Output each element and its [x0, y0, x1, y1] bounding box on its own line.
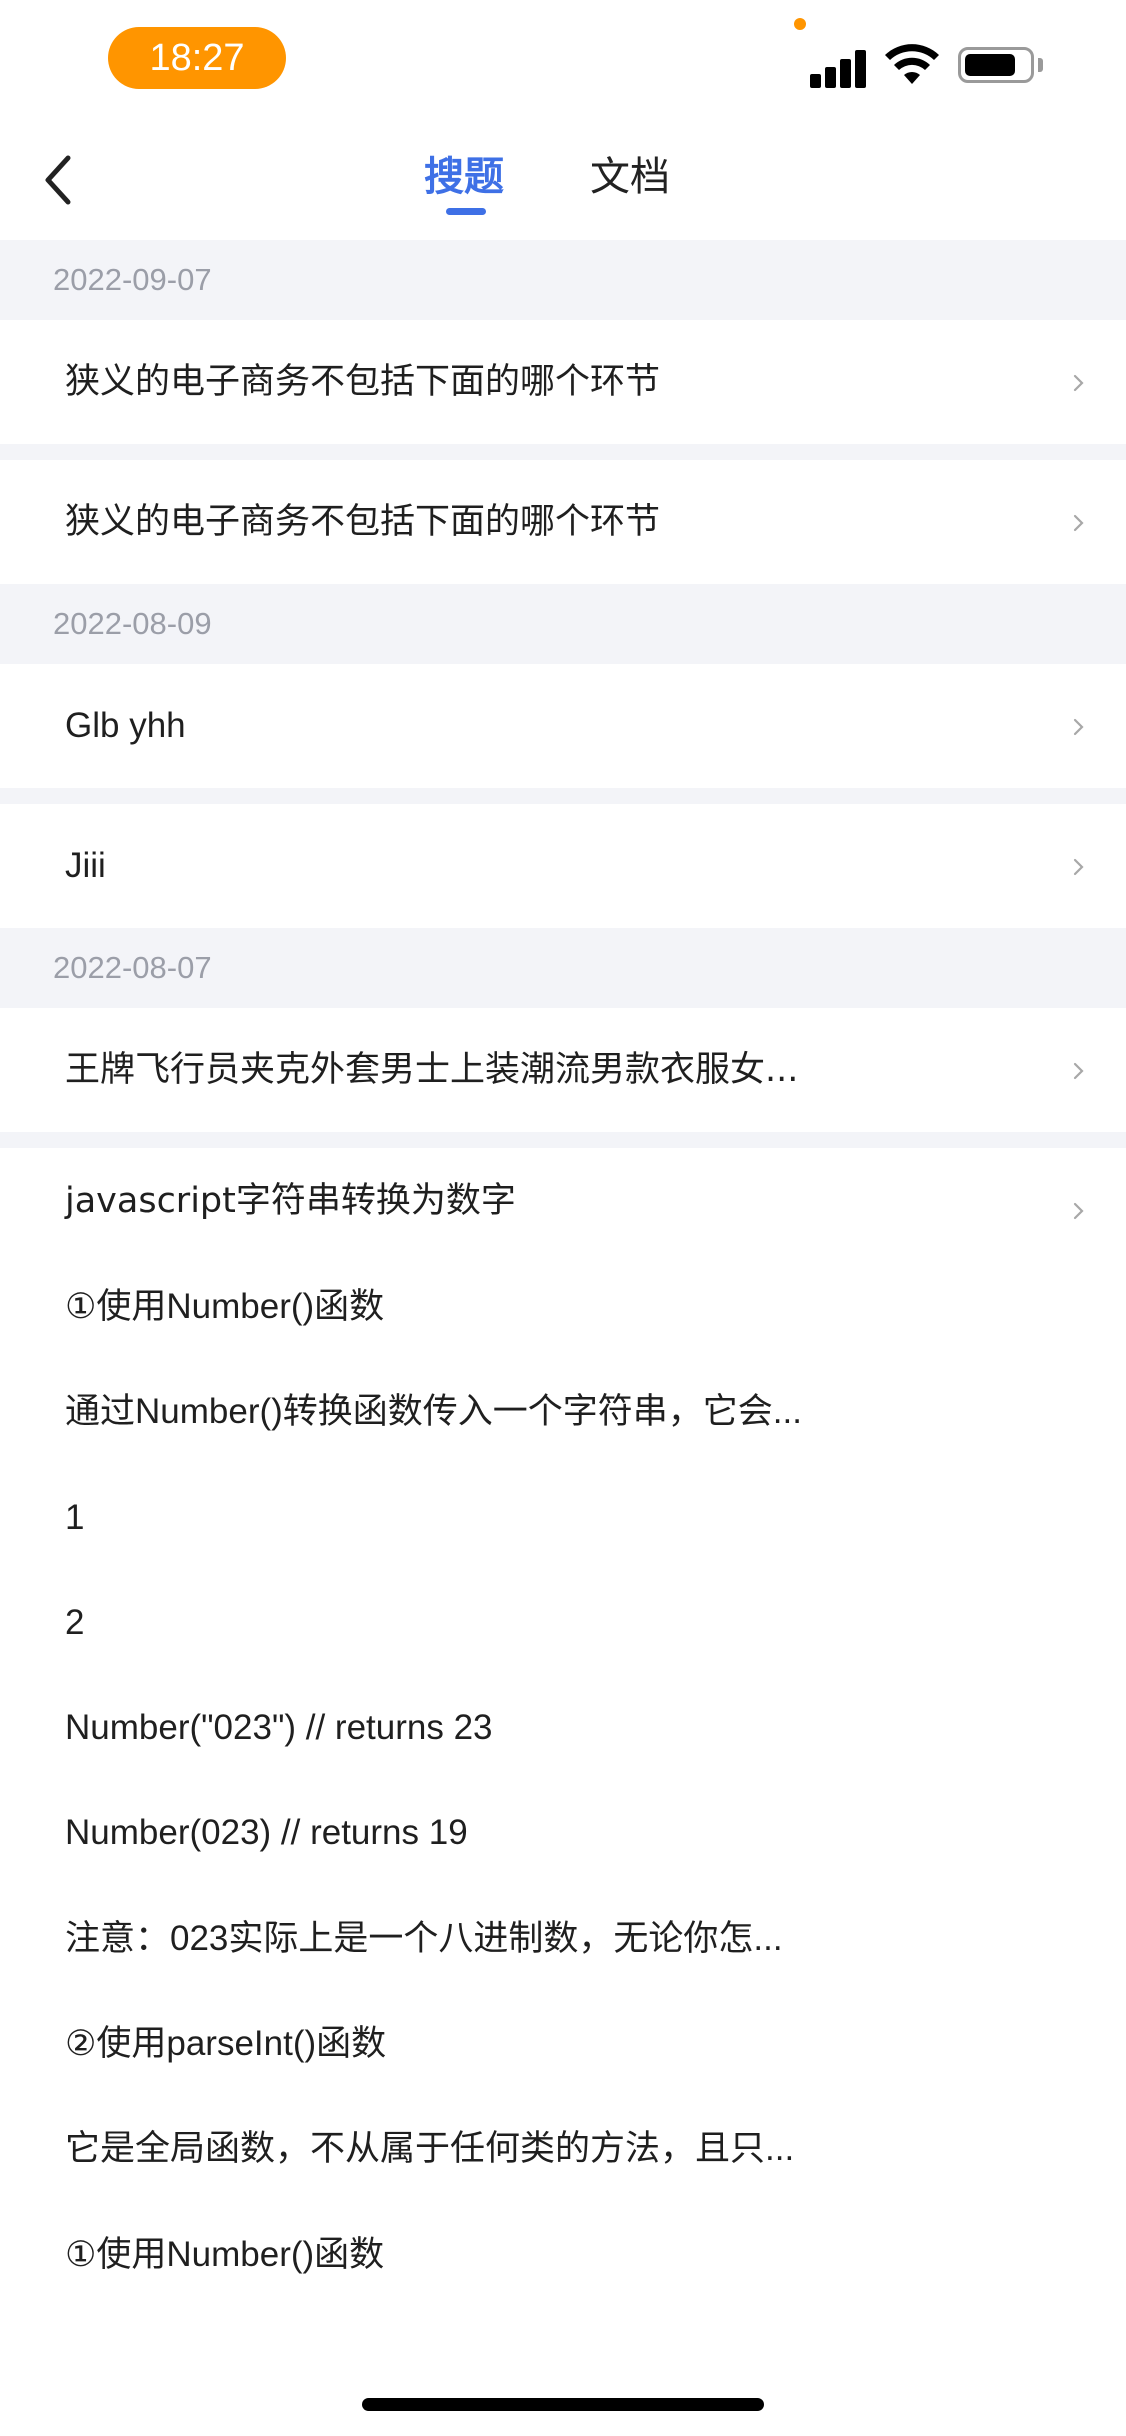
list-item[interactable]: Glb yhh [0, 664, 1126, 788]
tab-label: 搜题 [424, 154, 504, 200]
preview-line: 它是全局函数，不从属于任何类的方法，且只... [65, 2129, 795, 2169]
divider [0, 444, 1126, 460]
preview-line: Number(023) // returns 19 [65, 1813, 468, 1853]
list-item[interactable]: 狭义的电子商务不包括下面的哪个环节 [0, 460, 1126, 584]
active-tab-indicator [446, 208, 486, 215]
tab-label: 文档 [590, 154, 670, 200]
preview-line: 通过Number()转换函数传入一个字符串，它会... [65, 1392, 802, 1432]
status-time: 18:27 [108, 27, 286, 89]
item-title: 狭义的电子商务不包括下面的哪个环节 [65, 502, 661, 542]
date-header: 2022-09-07 [0, 240, 1126, 320]
list-item[interactable]: 狭义的电子商务不包括下面的哪个环节 [0, 320, 1126, 444]
preview-line: ②使用parseInt()函数 [65, 2024, 387, 2064]
signal-icon [810, 48, 868, 88]
status-bar: 18:27 [0, 0, 1126, 120]
home-indicator[interactable] [362, 2398, 764, 2411]
preview-line: ①使用Number()函数 [65, 1287, 385, 1326]
wifi-icon [885, 44, 939, 84]
battery-icon [958, 47, 1034, 83]
tab-documents[interactable]: 文档 [590, 152, 670, 202]
preview-line: 1 [65, 1497, 85, 1537]
preview-line: Number("023") // returns 23 [65, 1708, 493, 1748]
item-title: 狭义的电子商务不包括下面的哪个环节 [65, 362, 661, 402]
battery-cap [1038, 58, 1043, 72]
item-title: javascript字符串转换为数字 [65, 1181, 516, 1221]
history-list: 2022-09-07 狭义的电子商务不包括下面的哪个环节 狭义的电子商务不包括下… [0, 240, 1126, 2307]
chevron-right-icon [1073, 374, 1084, 392]
chevron-right-icon [1073, 718, 1084, 736]
preview-line: 注意：023实际上是一个八进制数，无论你怎... [65, 1918, 783, 1958]
preview-line: ①使用Number()函数 [65, 2234, 385, 2274]
list-item[interactable]: javascript字符串转换为数字 ①使用Number()函数 通过Numbe… [0, 1148, 1126, 2307]
battery-fill [965, 54, 1015, 76]
divider [0, 1132, 1126, 1148]
chevron-right-icon [1073, 858, 1084, 876]
item-title: 王牌飞行员夹克外套男士上装潮流男款衣服女... [65, 1050, 799, 1090]
item-title: Jiii [65, 846, 106, 885]
chevron-left-icon[interactable] [28, 148, 92, 212]
chevron-right-icon [1073, 1062, 1084, 1080]
chevron-right-icon [1073, 514, 1084, 532]
item-preview: ①使用Number()函数 通过Number()转换函数传入一个字符串，它会..… [0, 1254, 1126, 2307]
list-item[interactable]: 王牌飞行员夹克外套男士上装潮流男款衣服女... [0, 1008, 1126, 1132]
list-item[interactable]: Jiii [0, 804, 1126, 928]
item-title: Glb yhh [65, 706, 186, 745]
preview-line: 2 [65, 1602, 85, 1642]
chevron-right-icon [1073, 1202, 1084, 1220]
divider [0, 788, 1126, 804]
nav-bar: 搜题 文档 [0, 120, 1126, 240]
tab-search-questions[interactable]: 搜题 [424, 152, 504, 215]
date-header: 2022-08-07 [0, 928, 1126, 1008]
privacy-indicator-dot [794, 18, 806, 30]
date-header: 2022-08-09 [0, 584, 1126, 664]
